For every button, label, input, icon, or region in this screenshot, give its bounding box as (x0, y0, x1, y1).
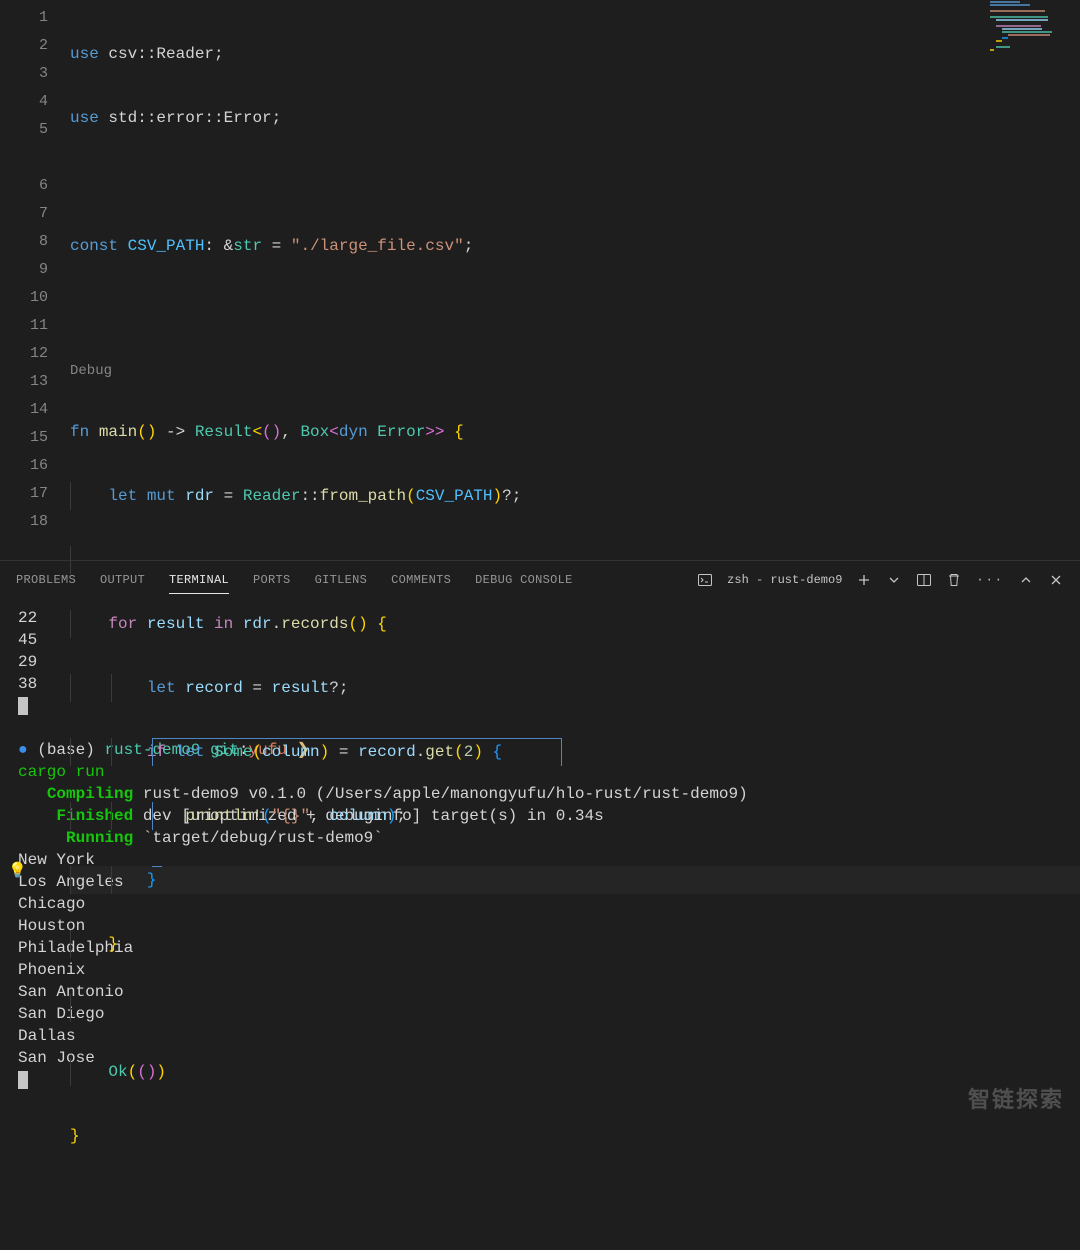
shell-label[interactable]: zsh - rust-demo9 (727, 573, 842, 587)
cursor-block (18, 697, 28, 715)
close-panel-icon[interactable] (1048, 572, 1064, 588)
lightbulb-icon[interactable]: 💡 (8, 858, 27, 886)
terminal-icon[interactable] (697, 572, 713, 588)
trash-icon[interactable] (946, 572, 962, 588)
tab-debug-console[interactable]: DEBUG CONSOLE (475, 573, 573, 587)
split-terminal-icon[interactable] (916, 572, 932, 588)
new-terminal-icon[interactable] (856, 572, 872, 588)
code-editor[interactable]: 1 2 3 4 5 6 7 8 9 10 11 12 13 14 15 16 1… (0, 0, 1080, 560)
tab-problems[interactable]: PROBLEMS (16, 573, 76, 587)
minimap[interactable] (990, 0, 1080, 100)
code-content[interactable]: use csv::Reader; use std::error::Error; … (70, 0, 1080, 560)
tab-output[interactable]: OUTPUT (100, 573, 145, 587)
code-line-current[interactable]: 💡 } (70, 866, 1080, 894)
tab-comments[interactable]: COMMENTS (391, 573, 451, 587)
chevron-up-icon[interactable] (1018, 572, 1034, 588)
panel-tabs: PROBLEMS OUTPUT TERMINAL PORTS GITLENS C… (0, 561, 1080, 599)
watermark: 智链探索 (968, 1082, 1064, 1114)
cursor-block (18, 1071, 28, 1089)
tab-ports[interactable]: PORTS (253, 573, 291, 587)
tab-terminal[interactable]: TERMINAL (169, 573, 229, 594)
more-icon[interactable]: ··· (976, 573, 1004, 587)
chevron-down-icon[interactable] (886, 572, 902, 588)
tab-gitlens[interactable]: GITLENS (315, 573, 368, 587)
line-number-gutter: 1 2 3 4 5 6 7 8 9 10 11 12 13 14 15 16 1… (0, 0, 70, 560)
codelens-debug[interactable]: Debug (70, 363, 112, 379)
